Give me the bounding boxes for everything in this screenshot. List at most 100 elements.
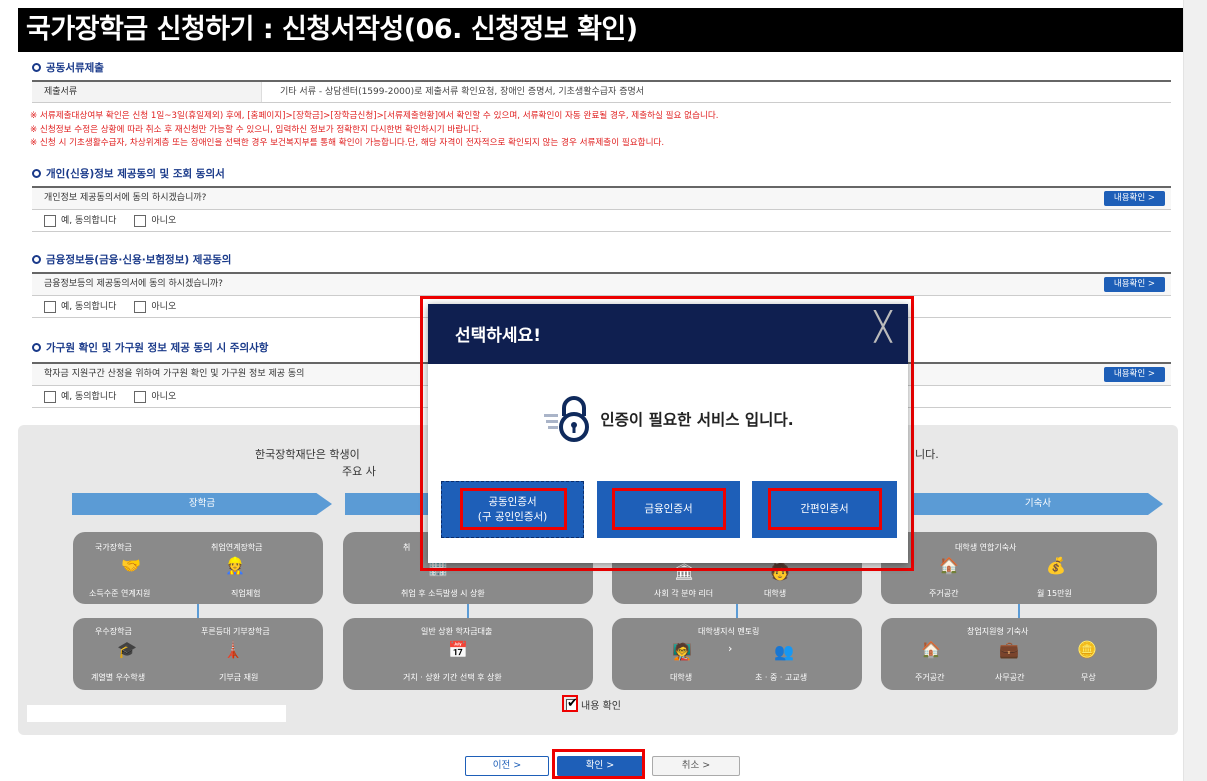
arrow-right-icon: ›	[728, 642, 733, 655]
option-label: 아니오	[151, 215, 177, 226]
card-sub: 기부금 재원	[219, 673, 259, 682]
option-label: 예, 동의합니다	[61, 391, 117, 402]
info-subline-text: 주요 사	[342, 465, 376, 478]
card-item: 일반 상환 학자금대출	[421, 627, 493, 636]
option-label: 아니오	[151, 301, 177, 312]
connector-line	[1018, 604, 1020, 618]
content-confirm-label: 내용 확인	[581, 701, 621, 712]
scrollbar-gutter[interactable]	[1183, 0, 1207, 781]
circle-bullet-icon	[32, 343, 41, 352]
highlight-box	[460, 488, 567, 530]
modal-header: 선택하세요! ╳	[428, 304, 908, 364]
highlight-box	[552, 749, 645, 779]
consent-question-bar: 금융정보등의 제공동의서에 동의 하시겠습니까? 내용확인 >	[32, 272, 1171, 296]
lock-icon	[542, 394, 594, 444]
checkbox-no[interactable]	[134, 300, 147, 313]
section-title-text: 금융정보등(금융·신용·보험정보) 제공동의	[46, 254, 232, 266]
category-scholarship: 장학금	[72, 493, 332, 515]
checkbox-no[interactable]	[134, 390, 147, 403]
office-worker-icon: 💼	[999, 640, 1019, 659]
card-sub: 월 15만원	[1037, 589, 1072, 598]
cancel-button[interactable]: 취소 >	[652, 756, 740, 776]
close-icon[interactable]: ╳	[868, 312, 898, 342]
lighthouse-icon: 🗼	[223, 640, 243, 659]
graduation-cap-icon: 🎓	[117, 640, 137, 659]
modal-message-text: 인증이 필요한 서비스 입니다.	[600, 411, 794, 429]
card-mentoring: 대학생지식 멘토링 🧑‍🏫 › 👥 대학생 초 · 중 · 고교생	[612, 618, 862, 690]
auth-select-modal: 선택하세요! ╳ 인증이 필요한 서비스 입니다. 공동인증서 (구 공인인증서…	[428, 304, 908, 563]
consent-answer-row: 예, 동의합니다 아니오	[32, 210, 1171, 232]
consent-question: 학자금 지원구간 산정을 위하여 가구원 확인 및 가구원 정보 제공 동의	[44, 369, 305, 379]
students-icon: 👥	[774, 642, 794, 661]
notice-line: ※ 신청정보 수정은 상황에 따라 취소 후 재신청만 가능할 수 있으니, 입…	[30, 124, 482, 135]
info-headline-left: 한국장학재단은 학생이	[255, 448, 360, 461]
card-item: 우수장학금	[95, 627, 132, 636]
card-merit-scholarship: 우수장학금 푸른등대 기부장학금 🎓 🗼 계열별 우수학생 기부금 재원	[73, 618, 323, 690]
circle-bullet-icon	[32, 255, 41, 264]
handshake-icon: 🤝	[121, 556, 141, 575]
card-sub: 초 · 중 · 고교생	[755, 673, 808, 682]
card-sub: 주거공간	[915, 673, 945, 682]
card-item: 푸른등대 기부장학금	[201, 627, 270, 636]
documents-label: 제출서류	[32, 82, 262, 102]
disagree-option[interactable]: 아니오	[134, 210, 176, 231]
view-content-button[interactable]: 내용확인 >	[1103, 367, 1165, 382]
mentor-icon: 🧑‍🏫	[672, 642, 692, 661]
card-sub: 직업체험	[231, 589, 261, 598]
card-sub: 취업 후 소득발생 시 상환	[401, 589, 485, 598]
blank-field[interactable]	[27, 705, 286, 722]
circle-bullet-icon	[32, 63, 41, 72]
card-union-dormitory: 대학생 연합기숙사 🏠 💰 주거공간 월 15만원	[881, 532, 1157, 604]
worker-icon: 👷	[225, 556, 245, 575]
coin-icon: 💰	[1046, 556, 1066, 575]
card-sub: 사회 각 분야 리더	[654, 589, 714, 598]
checkbox-yes[interactable]	[44, 300, 56, 313]
documents-table: 제출서류 기타 서류 - 상담센터(1599-2000)로 제출서류 확인요청,…	[32, 80, 1171, 103]
section-title-consent-personal: 개인(신용)정보 제공동의 및 조회 동의서	[32, 166, 225, 181]
checkbox-no[interactable]	[134, 214, 147, 227]
circle-bullet-icon	[32, 169, 41, 178]
agree-option[interactable]: 예, 동의합니다	[44, 386, 116, 407]
page-header: 국가장학금 신청하기 : 신청서작성(06. 신청정보 확인)	[18, 8, 1183, 52]
view-content-button[interactable]: 내용확인 >	[1103, 191, 1165, 206]
section-title-text: 공동서류제출	[46, 62, 104, 74]
section-title-docs: 공동서류제출	[32, 60, 104, 75]
connector-line	[197, 604, 199, 618]
checkbox-yes[interactable]	[44, 390, 56, 403]
card-sub: 주거공간	[929, 589, 959, 598]
highlight-box	[768, 488, 882, 530]
card-item: 취	[403, 543, 411, 552]
card-sub: 대학생	[764, 589, 787, 598]
notice-line: ※ 서류제출대상여부 확인은 신청 1일~3일(휴일제외) 후에, [홈페이지]…	[30, 111, 719, 121]
section-title-text: 개인(신용)정보 제공동의 및 조회 동의서	[46, 168, 225, 180]
calendar-icon: 📅	[448, 640, 468, 659]
card-national-scholarship: 국가장학금 취업연계장학금 🤝 👷 소득수준 연계지원 직업체험	[73, 532, 323, 604]
consent-question: 금융정보등의 제공동의서에 동의 하시겠습니까?	[44, 279, 223, 289]
card-item: 국가장학금	[95, 543, 132, 552]
agree-option[interactable]: 예, 동의합니다	[44, 210, 116, 231]
option-label: 예, 동의합니다	[61, 301, 117, 312]
option-label: 아니오	[151, 391, 177, 402]
card-item: 대학생지식 멘토링	[698, 627, 760, 636]
house-icon: 🏠	[921, 640, 941, 659]
documents-value: 기타 서류 - 상담센터(1599-2000)로 제출서류 확인요청, 장애인 …	[280, 87, 645, 97]
highlight-box	[612, 488, 726, 530]
modal-title: 선택하세요!	[455, 326, 541, 346]
prev-button[interactable]: 이전 >	[465, 756, 549, 776]
card-item: 창업지원형 기숙사	[967, 627, 1029, 636]
card-general-loan: 일반 상환 학자금대출 📅 거치 · 상환 기간 선택 후 상환	[343, 618, 593, 690]
section-title-consent-finance: 금융정보등(금융·신용·보험정보) 제공동의	[32, 252, 231, 267]
view-content-button[interactable]: 내용확인 >	[1103, 277, 1165, 292]
agree-option[interactable]: 예, 동의합니다	[44, 296, 116, 317]
checkbox-yes[interactable]	[44, 214, 56, 227]
section-title-consent-household: 가구원 확인 및 가구원 정보 제공 동의 시 주의사항	[32, 340, 268, 355]
card-sub: 소득수준 연계지원	[89, 589, 151, 598]
card-sub: 사무공간	[995, 673, 1025, 682]
disagree-option[interactable]: 아니오	[134, 386, 176, 407]
connector-line	[736, 604, 738, 618]
card-sub: 계열별 우수학생	[91, 673, 146, 682]
disagree-option[interactable]: 아니오	[134, 296, 176, 317]
notice-line: ※ 신청 시 기초생활수급자, 차상위계층 또는 장애인을 선택한 경우 보건복…	[30, 138, 665, 148]
coin-icon: 🪙	[1077, 640, 1097, 659]
house-icon: 🏠	[939, 556, 959, 575]
